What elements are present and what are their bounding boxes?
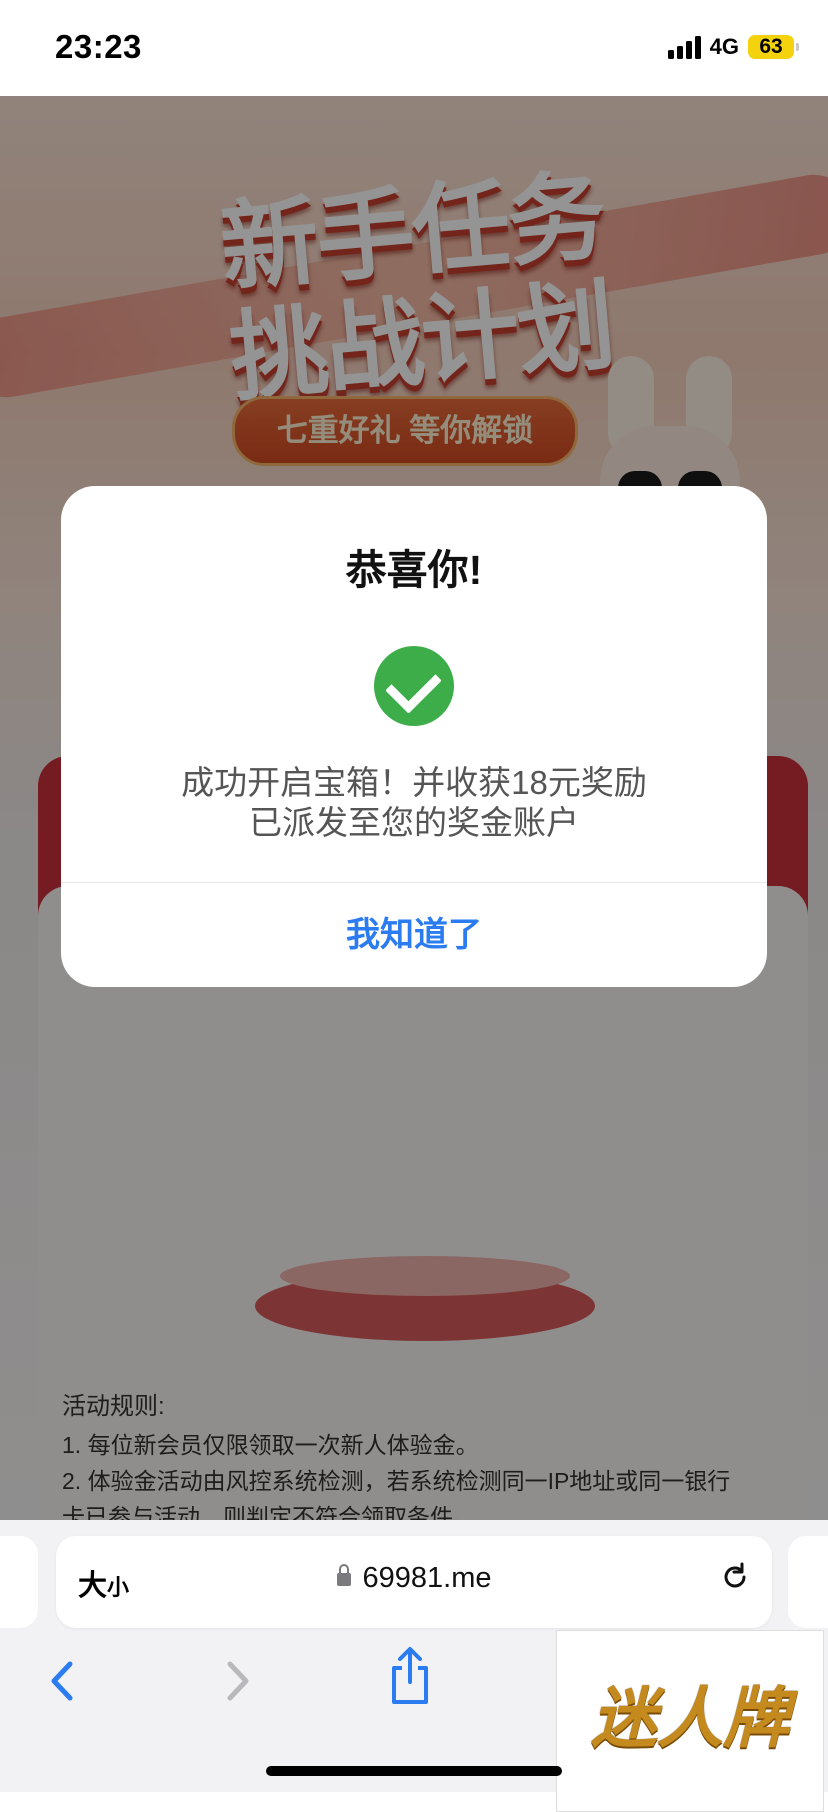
home-indicator[interactable] (266, 1766, 562, 1776)
next-tab-preview[interactable] (788, 1536, 828, 1628)
reload-icon[interactable] (720, 1562, 750, 1592)
browser-toolbar: 大小 69981.me 迷人牌 (0, 1520, 828, 1812)
share-icon[interactable] (386, 1646, 434, 1706)
forward-icon[interactable] (218, 1656, 258, 1706)
dialog-message-line2: 已派发至您的奖金账户 (249, 804, 579, 841)
got-it-button[interactable]: 我知道了 (61, 883, 767, 987)
network-type: 4G (709, 34, 739, 59)
url-display[interactable]: 69981.me (56, 1562, 772, 1595)
previous-tab-preview[interactable] (0, 1536, 38, 1628)
success-dialog: 恭喜你! 成功开启宝箱！并收获18元奖励 已派发至您的奖金账户 我知道了 (61, 486, 767, 987)
dialog-title: 恭喜你! (345, 547, 483, 593)
ad-banner[interactable]: 迷人牌 (556, 1630, 824, 1812)
signal-icon (667, 35, 701, 59)
battery-icon: 63 (748, 35, 799, 59)
lock-icon (336, 1564, 351, 1586)
status-time: 23:23 (55, 28, 142, 65)
ad-logo-text: 迷人牌 (591, 1680, 789, 1757)
address-bar[interactable]: 大小 69981.me (56, 1536, 772, 1628)
back-icon[interactable] (42, 1656, 82, 1706)
status-bar: 23:23 4G 63 (0, 0, 828, 96)
check-circle-icon (374, 646, 454, 726)
status-indicators: 4G 63 (667, 34, 799, 60)
url-text: 69981.me (362, 1562, 492, 1594)
